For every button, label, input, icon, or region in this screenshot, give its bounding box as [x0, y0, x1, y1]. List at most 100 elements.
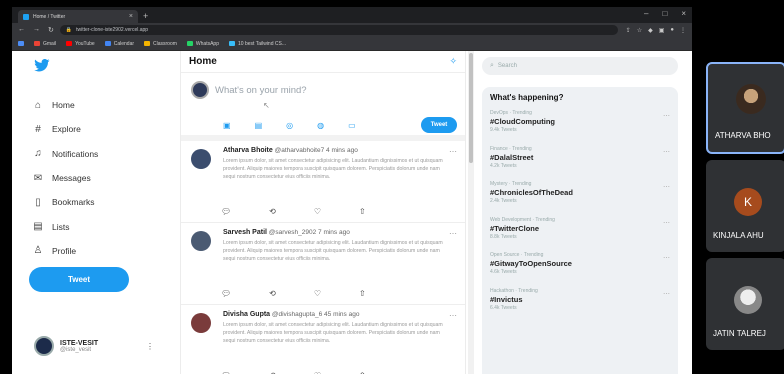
post-item[interactable]: Atharva Bhoite @atharvabhoite7 4 mins ag… — [181, 141, 465, 223]
gif-icon[interactable]: ▤ — [255, 121, 263, 130]
schedule-icon[interactable]: ▭ — [348, 121, 356, 130]
profile-avatar-icon[interactable]: ● — [670, 27, 674, 34]
avatar[interactable] — [191, 149, 211, 169]
nav-item-explore[interactable]: # Explore — [32, 117, 98, 141]
reply-icon[interactable]: 💬︎ — [221, 207, 231, 216]
post-more-icon[interactable]: ⋯ — [449, 229, 457, 238]
compose-input[interactable]: What's on your mind? — [215, 85, 307, 96]
retweet-icon[interactable]: ⟲ — [269, 289, 276, 298]
trend-more-icon[interactable]: ⋯ — [663, 254, 670, 262]
participant-tile[interactable]: ATHARVA BHO — [706, 62, 784, 154]
bookmark-tailwind[interactable]: 10 best Tailwind CS... — [229, 41, 286, 47]
avatar[interactable] — [191, 231, 211, 251]
account-switcher[interactable]: ISTE-VESIT @iste_vesit ⋮ — [34, 336, 154, 356]
nav-item-profile[interactable]: ♙ Profile — [32, 239, 98, 263]
trend-category: DevOps · Trending — [490, 110, 532, 116]
post-item[interactable]: Divisha Gupta @divishagupta_6 45 mins ag… — [181, 305, 465, 374]
post-item[interactable]: Sarvesh Patil @sarvesh_2902 7 mins ago Lo… — [181, 223, 465, 305]
nav-item-home[interactable]: ⌂ Home — [32, 93, 98, 117]
new-tab-icon[interactable]: + — [143, 10, 148, 23]
trend-hashtag[interactable]: #Invictus — [490, 295, 670, 304]
participant-tile[interactable]: K KINJALA AHU — [706, 160, 784, 252]
search-input[interactable]: ⌕ Search — [482, 57, 678, 75]
nav-label: Home — [52, 100, 75, 111]
post-author[interactable]: Divisha Gupta — [223, 311, 270, 318]
tweet-button[interactable]: Tweet — [29, 267, 129, 292]
poll-icon[interactable]: ◎ — [286, 121, 293, 130]
trend-more-icon[interactable]: ⋯ — [663, 148, 670, 156]
more-options-icon[interactable]: ⋮ — [146, 342, 154, 351]
post-more-icon[interactable]: ⋯ — [449, 147, 457, 156]
puzzle-icon[interactable]: ▣ — [659, 27, 665, 34]
trend-item[interactable]: Hackathon · Trending #Invictus 6.4k Tweets… — [490, 288, 670, 324]
trend-more-icon[interactable]: ⋯ — [663, 290, 670, 298]
trend-category: Hackathon · Trending — [490, 287, 538, 294]
trend-item[interactable]: Open Source · Trending #GitwayToOpenSourc… — [490, 252, 670, 288]
post-handle: @divishagupta_6 — [271, 311, 323, 318]
close-tab-icon[interactable]: × — [129, 13, 133, 20]
trend-item[interactable]: Web Development · Trending #TwitterClone 8… — [490, 217, 670, 253]
maximize-icon[interactable]: □ — [662, 9, 667, 18]
trend-item[interactable]: Finance · Trending #DalalStreet 4.2k Tweet… — [490, 146, 670, 182]
avatar — [191, 81, 209, 99]
trend-item[interactable]: Mystery · Trending #ChroniclesOfTheDead 2.… — [490, 181, 670, 217]
participant-tile[interactable]: JATIN TALREJ — [706, 258, 784, 350]
retweet-icon[interactable]: ⟲ — [269, 207, 276, 216]
reload-icon[interactable]: ↻ — [48, 26, 54, 34]
image-icon[interactable]: ▣ — [223, 121, 231, 130]
post-more-icon[interactable]: ⋯ — [449, 311, 457, 320]
twitter-page: ⌂ Home # Explore ♫ Notifications ✉ Messages ▯ Boo… — [12, 51, 692, 374]
share-icon[interactable]: ⇧ — [359, 207, 366, 216]
minimize-icon[interactable]: – — [644, 9, 648, 18]
left-sidebar: ⌂ Home # Explore ♫ Notifications ✉ Messages ▯ Boo… — [12, 51, 176, 374]
share-icon[interactable]: ⇪ — [626, 27, 631, 34]
participant-photo — [736, 84, 766, 114]
bookmark-calendar[interactable]: Calendar — [104, 41, 134, 47]
trend-hashtag[interactable]: #DalalStreet — [490, 153, 670, 162]
menu-icon[interactable]: ⋮ — [680, 27, 686, 34]
nav-item-lists[interactable]: ▤ Lists — [32, 214, 98, 238]
trend-hashtag[interactable]: #ChroniclesOfTheDead — [490, 188, 670, 197]
browser-tab[interactable]: Home / Twitter × — [18, 10, 138, 23]
nav-item-notifications[interactable]: ♫ Notifications — [32, 142, 98, 166]
extension-icon[interactable]: ◆ — [648, 27, 653, 34]
search-icon: ⌕ — [490, 62, 494, 69]
star-icon[interactable]: ☆ — [637, 27, 642, 34]
feed-scrollbar[interactable] — [468, 51, 474, 374]
back-icon[interactable]: ← — [18, 26, 25, 34]
nav-item-messages[interactable]: ✉ Messages — [32, 166, 98, 190]
bookmark-gmail[interactable]: Gmail — [34, 41, 56, 47]
address-bar[interactable]: 🔒 twitter-clone-iste2902.vercel.app — [59, 25, 618, 35]
sparkle-icon[interactable]: ✧ — [449, 56, 457, 67]
compose-tweet-button[interactable]: Tweet — [421, 117, 457, 133]
participant-name: JATIN TALREJ — [713, 329, 766, 338]
trend-more-icon[interactable]: ⋯ — [663, 183, 670, 191]
emoji-icon[interactable]: ◍ — [317, 121, 324, 130]
participant-photo — [734, 286, 762, 314]
trend-hashtag[interactable]: #TwitterClone — [490, 224, 670, 233]
bookmark-apps[interactable] — [18, 41, 24, 46]
scrollbar-thumb[interactable] — [469, 53, 473, 163]
trend-more-icon[interactable]: ⋯ — [663, 112, 670, 120]
bookmark-youtube[interactable]: YouTube — [66, 41, 95, 47]
forward-icon[interactable]: → — [33, 26, 40, 34]
post-author[interactable]: Atharva Bhoite — [223, 147, 273, 154]
twitter-logo-icon[interactable] — [34, 59, 50, 72]
nav-label: Profile — [52, 245, 77, 256]
like-icon[interactable]: ♡ — [314, 289, 321, 298]
trend-hashtag[interactable]: #GitwayToOpenSource — [490, 259, 670, 268]
trend-hashtag[interactable]: #CloudComputing — [490, 117, 670, 126]
bookmark-classroom[interactable]: Classroom — [144, 41, 177, 47]
share-icon[interactable]: ⇧ — [359, 289, 366, 298]
close-window-icon[interactable]: × — [681, 9, 686, 18]
nav-item-bookmarks[interactable]: ▯ Bookmarks — [32, 190, 98, 214]
trend-count: 6.4k Tweets — [490, 304, 517, 311]
bookmark-whatsapp[interactable]: WhatsApp — [186, 41, 219, 47]
avatar[interactable] — [191, 313, 211, 333]
window-controls: – □ × — [644, 9, 686, 18]
trend-more-icon[interactable]: ⋯ — [663, 219, 670, 227]
post-author[interactable]: Sarvesh Patil — [223, 229, 267, 236]
trend-item[interactable]: DevOps · Trending #CloudComputing 9.4k Twe… — [490, 110, 670, 146]
like-icon[interactable]: ♡ — [314, 207, 321, 216]
reply-icon[interactable]: 💬︎ — [221, 289, 231, 298]
